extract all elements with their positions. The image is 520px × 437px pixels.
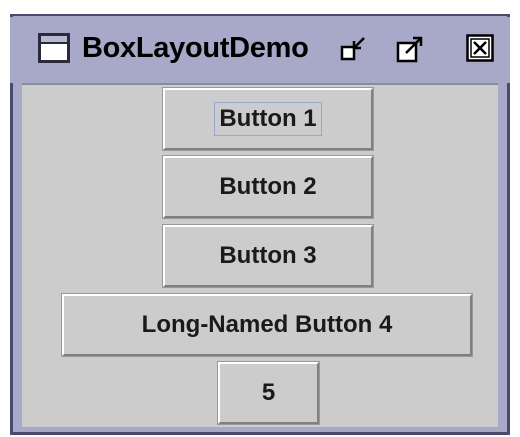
long-named-button-4[interactable]: Long-Named Button 4 <box>61 293 473 357</box>
close-icon[interactable] <box>466 34 494 62</box>
minimize-icon[interactable] <box>340 35 368 63</box>
button-2-label: Button 2 <box>219 173 317 200</box>
button-1[interactable]: Button 1 <box>162 87 374 151</box>
button-2[interactable]: Button 2 <box>162 155 374 219</box>
button-5-label: 5 <box>261 379 276 406</box>
button-3-label: Button 3 <box>219 242 317 269</box>
button-5[interactable]: 5 <box>217 361 320 425</box>
button-4-label: Long-Named Button 4 <box>141 311 393 338</box>
button-3[interactable]: Button 3 <box>162 224 374 288</box>
button-1-label: Button 1 <box>214 102 322 136</box>
window-icon[interactable] <box>38 33 70 63</box>
maximize-icon[interactable] <box>396 35 424 63</box>
window-title: BoxLayoutDemo <box>82 32 309 64</box>
